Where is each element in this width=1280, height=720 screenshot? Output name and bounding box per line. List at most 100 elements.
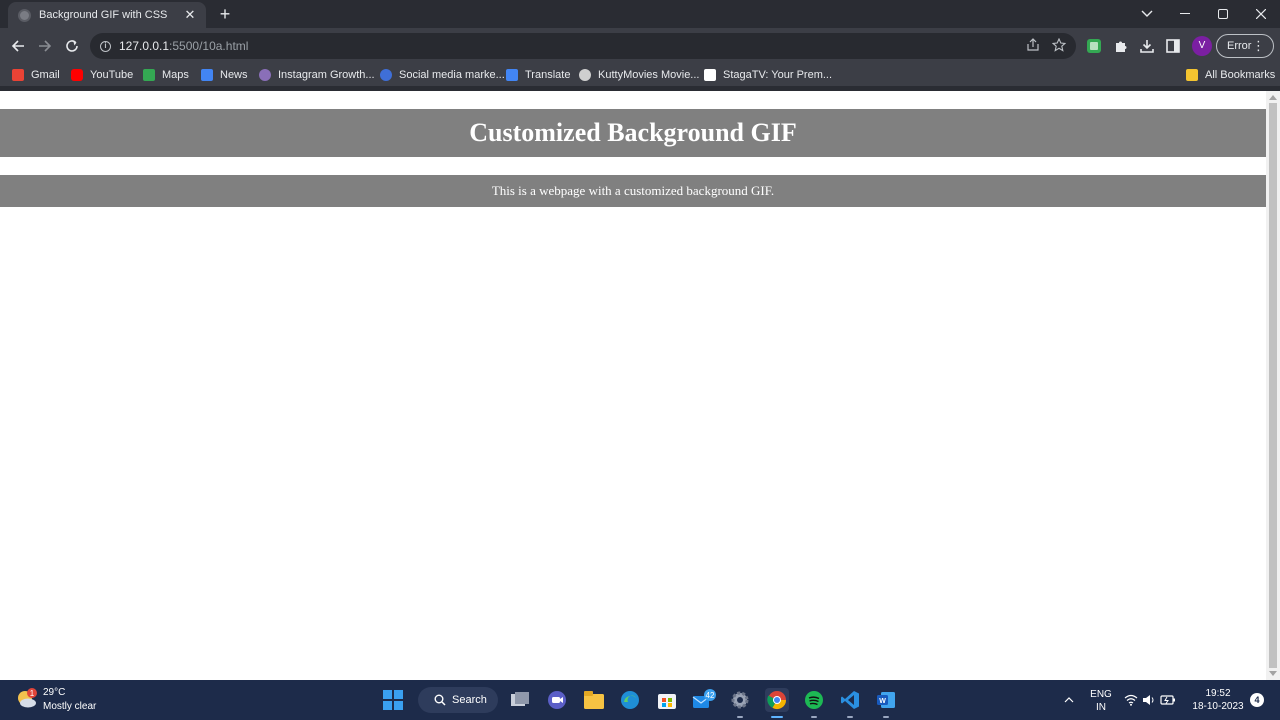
bookmark-star-icon[interactable] (1051, 37, 1067, 55)
share-icon[interactable] (1026, 38, 1040, 55)
edge-browser-icon[interactable] (618, 688, 642, 712)
word-icon[interactable]: W (874, 688, 898, 718)
svg-text:42: 42 (706, 691, 715, 700)
scrollbar-thumb[interactable] (1269, 103, 1277, 668)
url-path: :5500/10a.html (169, 39, 249, 53)
bookmark-label: StagaTV: Your Prem... (723, 69, 833, 81)
maps-icon (143, 69, 155, 81)
chrome-icon[interactable] (765, 688, 789, 718)
youtube-icon (71, 69, 83, 81)
all-bookmarks-folder[interactable]: All Bookmarks (1186, 67, 1275, 83)
instagram-icon (259, 69, 271, 81)
back-arrow-icon[interactable] (6, 34, 30, 58)
bookmark-youtube[interactable]: YouTube (71, 67, 133, 83)
region-code: IN (1096, 702, 1106, 713)
mail-icon[interactable]: 42 (692, 688, 716, 712)
bookmark-maps[interactable]: Maps (143, 67, 189, 83)
vscode-icon[interactable] (838, 688, 862, 718)
maximize-icon[interactable] (1204, 0, 1242, 28)
bookmark-label: Social media marke... (399, 69, 505, 81)
new-tab-button[interactable]: + (214, 4, 236, 24)
microsoft-store-icon[interactable] (655, 688, 679, 712)
gmail-icon (12, 69, 24, 81)
bookmark-stagatv[interactable]: StagaTV: Your Prem... (704, 67, 832, 83)
page-heading: Customized Background GIF (0, 109, 1266, 157)
url-host: 127.0.0.1 (119, 39, 170, 53)
update-error-button[interactable]: Error ⋮ (1216, 34, 1274, 58)
bookmark-instagram-growth[interactable]: Instagram Growth... (259, 67, 375, 83)
page-viewport: Customized Background GIF This is a webp… (0, 91, 1266, 680)
extensions-puzzle-icon[interactable] (1111, 36, 1131, 56)
forward-arrow-icon[interactable] (33, 34, 57, 58)
bookmark-kuttymovies[interactable]: KuttyMovies Movie... (579, 67, 699, 83)
weather-moon-cloud-icon[interactable]: 1 (16, 688, 37, 708)
vertical-scrollbar[interactable] (1266, 91, 1280, 680)
bookmark-social-media[interactable]: Social media marke... (380, 67, 505, 83)
site-info-icon[interactable]: i (100, 40, 111, 52)
scroll-down-icon[interactable] (1269, 671, 1277, 676)
tab-title: Background GIF with CSS (39, 9, 168, 21)
spotify-icon[interactable] (802, 688, 826, 718)
extension-green-icon[interactable] (1084, 36, 1104, 56)
bookmark-label: News (220, 69, 248, 81)
windows-taskbar: 1 29°C Mostly clear Search 42 W ENG IN 1… (0, 680, 1280, 720)
tab-close-icon[interactable]: ✕ (182, 7, 198, 23)
language-code: ENG (1090, 689, 1112, 700)
bookmark-label: Gmail (31, 69, 60, 81)
bookmark-label: Maps (162, 69, 189, 81)
side-panel-icon[interactable] (1163, 36, 1183, 56)
task-view-icon[interactable] (508, 688, 532, 712)
window-close-icon[interactable] (1242, 0, 1280, 28)
minimize-icon[interactable] (1166, 0, 1204, 28)
browser-tab-active[interactable]: Background GIF with CSS ✕ (8, 2, 206, 28)
address-bar[interactable]: i 127.0.0.1:5500/10a.html (90, 33, 1076, 59)
running-indicator (847, 716, 853, 718)
taskbar-search[interactable]: Search (418, 687, 498, 713)
input-language[interactable]: ENG IN (1086, 688, 1116, 714)
tab-strip: Background GIF with CSS ✕ + (0, 0, 1280, 28)
stagatv-icon (704, 69, 716, 81)
file-explorer-icon[interactable] (582, 688, 606, 712)
teams-chat-icon[interactable] (545, 688, 569, 712)
bookmark-label: Instagram Growth... (278, 69, 375, 81)
folder-icon (1186, 69, 1198, 81)
bookmark-label: Translate (525, 69, 571, 81)
kebab-menu-icon[interactable]: ⋮ (1252, 38, 1265, 54)
running-indicator (811, 716, 817, 718)
browser-toolbar: i 127.0.0.1:5500/10a.html V Error ⋮ (0, 28, 1280, 64)
tab-search-icon[interactable] (1128, 0, 1166, 28)
bookmark-label: YouTube (90, 69, 134, 81)
search-icon (434, 694, 446, 706)
profile-avatar[interactable]: V (1192, 36, 1212, 56)
clock-time: 19:52 (1205, 688, 1231, 699)
bookmark-translate[interactable]: Translate (506, 67, 570, 83)
clock[interactable]: 19:52 18-10-2023 (1186, 687, 1250, 713)
reload-icon[interactable] (60, 34, 84, 58)
page-paragraph: This is a webpage with a customized back… (0, 175, 1266, 207)
clock-date: 18-10-2023 (1192, 701, 1244, 712)
running-indicator (737, 716, 743, 718)
volume-icon (1143, 695, 1154, 705)
bookmarks-bar: Gmail YouTube Maps News Instagram Growth… (0, 64, 1280, 86)
download-icon[interactable] (1137, 36, 1157, 56)
bookmark-gmail[interactable]: Gmail (12, 67, 60, 83)
globe-icon (380, 69, 392, 81)
scroll-up-icon[interactable] (1269, 95, 1277, 100)
globe-icon (18, 8, 31, 22)
settings-gear-icon[interactable] (728, 688, 752, 718)
wifi-icon (1124, 694, 1138, 706)
tray-chevron-up-icon[interactable] (1057, 688, 1081, 712)
weather-description[interactable]: Mostly clear (43, 701, 96, 712)
translate-icon (506, 69, 518, 81)
news-icon (201, 69, 213, 81)
running-indicator (883, 716, 889, 718)
weather-temperature[interactable]: 29°C (43, 687, 65, 698)
all-bookmarks-label: All Bookmarks (1205, 69, 1276, 81)
svg-text:1: 1 (30, 689, 35, 698)
search-label: Search (452, 694, 487, 706)
quick-settings[interactable] (1122, 688, 1178, 712)
windows-start-icon[interactable] (381, 688, 405, 712)
bookmark-news[interactable]: News (201, 67, 248, 83)
svg-text:W: W (879, 698, 886, 705)
notification-badge[interactable]: 4 (1250, 693, 1264, 707)
